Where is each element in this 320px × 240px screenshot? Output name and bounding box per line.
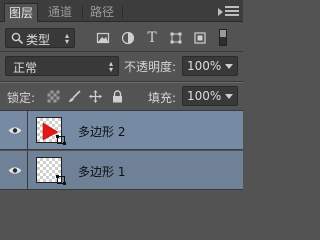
lock-label: 锁定: — [7, 91, 36, 105]
vector-mask-icon — [56, 135, 66, 145]
lock-transparent-pixels-icon[interactable] — [47, 90, 60, 103]
blend-mode-dropdown[interactable]: 正常 ▴ ▾ — [5, 56, 119, 76]
vector-mask-icon — [56, 175, 66, 185]
tab-layers[interactable]: 图层 — [4, 3, 39, 22]
panel-tab-bar: 图层 通道 路径 — [0, 0, 243, 22]
filter-smart-object-icon[interactable] — [193, 31, 207, 45]
chevron-down-icon[interactable] — [225, 64, 233, 69]
layers-empty-area — [0, 191, 243, 218]
tab-channels[interactable]: 通道 — [44, 3, 76, 22]
layer-name[interactable]: 多边形 2 — [78, 123, 125, 140]
chevron-updown-icon: ▴ ▾ — [108, 59, 113, 74]
tab-paths[interactable]: 路径 — [86, 3, 118, 22]
filter-pixel-icon[interactable] — [96, 31, 110, 45]
opacity-field[interactable]: 100% — [182, 56, 238, 76]
lock-position-move-icon[interactable] — [89, 90, 102, 103]
lock-all-padlock-icon[interactable] — [111, 90, 124, 103]
lock-image-pixels-brush-icon[interactable] — [68, 90, 81, 103]
chevron-down-icon[interactable] — [225, 94, 233, 99]
filter-type-icon[interactable]: T — [145, 31, 159, 45]
panel-menu-icon[interactable] — [218, 6, 239, 18]
fill-label: 填充: — [148, 91, 177, 105]
fill-field[interactable]: 100% — [182, 86, 238, 106]
opacity-value[interactable]: 100% — [187, 59, 221, 73]
layer-row-polygon-2[interactable]: 多边形 2 — [0, 111, 243, 150]
blend-mode-value: 正常 — [13, 61, 38, 75]
layer-name[interactable]: 多边形 1 — [78, 163, 125, 180]
tab-separator — [82, 6, 83, 18]
filter-adjustment-icon[interactable] — [121, 31, 135, 45]
layer-row-polygon-1[interactable]: 多边形 1 — [0, 151, 243, 190]
divider — [0, 82, 243, 83]
filter-type-dropdown[interactable]: 类型 ▴ ▾ — [5, 28, 75, 48]
filter-shape-icon[interactable] — [169, 31, 183, 45]
divider — [0, 51, 243, 52]
filter-type-label: 类型 — [26, 33, 51, 47]
chevron-updown-icon: ▴ ▾ — [64, 31, 69, 46]
visibility-toggle[interactable] — [0, 151, 28, 190]
eye-icon[interactable] — [8, 166, 22, 175]
tab-separator — [122, 6, 123, 18]
opacity-label: 不透明度: — [124, 60, 177, 74]
filter-toggle-switch[interactable] — [219, 29, 227, 46]
fill-value[interactable]: 100% — [187, 89, 221, 103]
visibility-toggle[interactable] — [0, 111, 28, 150]
search-icon — [11, 32, 24, 45]
eye-icon[interactable] — [8, 126, 22, 135]
